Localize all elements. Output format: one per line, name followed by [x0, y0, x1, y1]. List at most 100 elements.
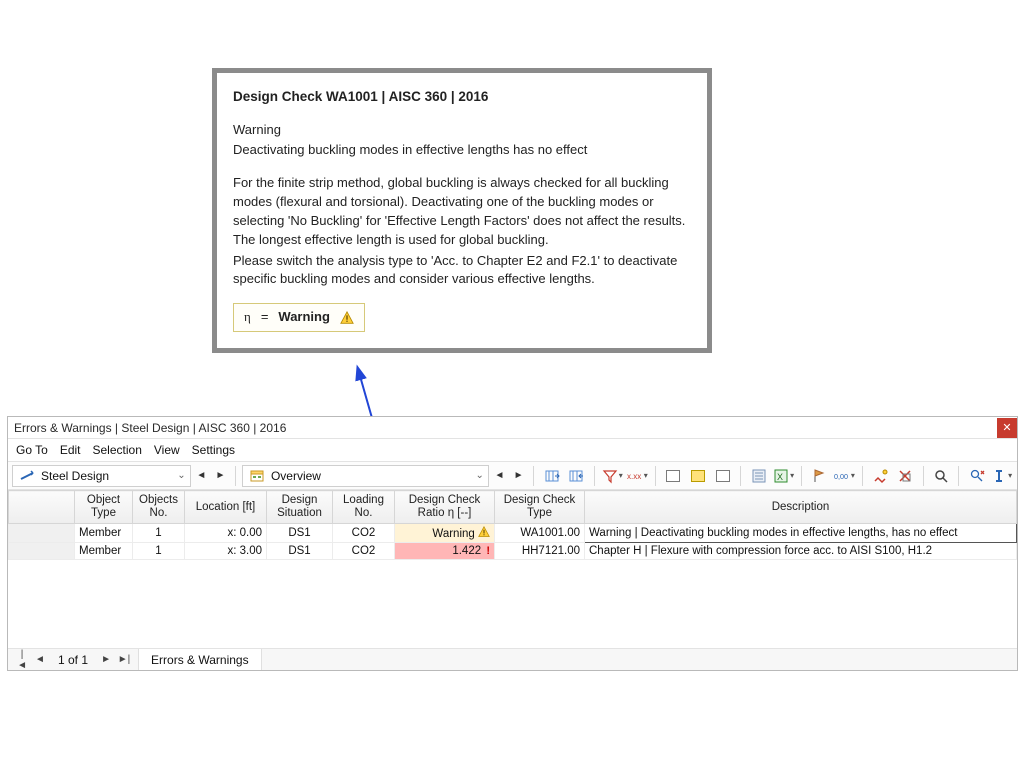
col-objects-no[interactable]: ObjectsNo. — [133, 491, 185, 524]
nav-next-button[interactable]: ► — [98, 652, 114, 668]
tooltip-body2: Please switch the analysis type to 'Acc.… — [233, 252, 691, 290]
cell-object-type[interactable]: Member — [75, 543, 133, 560]
col-check-type[interactable]: Design CheckType — [495, 491, 585, 524]
cell-objects-no[interactable]: 1 — [133, 543, 185, 560]
separator — [958, 466, 959, 486]
cell-loading-no[interactable]: CO2 — [333, 524, 395, 543]
results-grid: ObjectType ObjectsNo. Location [ft] Desi… — [8, 490, 1017, 648]
view-dropdown[interactable]: Overview ⌄ — [242, 465, 489, 487]
warning-icon — [340, 311, 354, 325]
svg-text:x.xx: x.xx — [627, 472, 641, 481]
nav-prev-button[interactable]: ◄ — [32, 652, 48, 668]
view-dropdown-label: Overview — [271, 469, 321, 483]
tooltip-title: Design Check WA1001 | AISC 360 | 2016 — [233, 87, 691, 107]
filter-funnel-icon[interactable]: ▾ — [601, 465, 624, 487]
separator — [655, 466, 656, 486]
window-1-icon[interactable] — [662, 465, 685, 487]
overview-icon — [249, 468, 265, 484]
menubar: Go To Edit Selection View Settings — [8, 439, 1017, 462]
col-loading-no[interactable]: LoadingNo. — [333, 491, 395, 524]
table-header: ObjectType ObjectsNo. Location [ft] Desi… — [9, 491, 1017, 524]
filter-out-icon[interactable] — [565, 465, 588, 487]
row-header[interactable] — [9, 524, 75, 543]
beam-icon — [19, 468, 35, 484]
cell-ratio[interactable]: Warning — [395, 524, 495, 543]
panel-footer: |◄ ◄ 1 of 1 ► ►| Errors & Warnings — [8, 648, 1017, 670]
row-header[interactable] — [9, 543, 75, 560]
menu-view[interactable]: View — [154, 443, 180, 457]
menu-goto[interactable]: Go To — [16, 443, 48, 457]
table-row[interactable]: Member1x: 3.00DS1CO21.422 !HH7121.00Chap… — [9, 543, 1017, 560]
footer-tab-label: Errors & Warnings — [151, 653, 249, 667]
svg-text:0,00: 0,00 — [834, 472, 848, 481]
errors-warnings-panel: Errors & Warnings | Steel Design | AISC … — [7, 416, 1018, 671]
nav-next-1[interactable]: ► — [212, 465, 229, 487]
menu-selection[interactable]: Selection — [93, 443, 142, 457]
decimal-icon[interactable]: x.xx ▾ — [626, 465, 649, 487]
menu-settings[interactable]: Settings — [192, 443, 235, 457]
nav-prev-2[interactable]: ◄ — [491, 465, 508, 487]
cell-loading-no[interactable]: CO2 — [333, 543, 395, 560]
error-icon: ! — [486, 545, 490, 557]
cell-objects-no[interactable]: 1 — [133, 524, 185, 543]
chevron-down-icon: ▾ — [851, 471, 855, 480]
cell-object-type[interactable]: Member — [75, 524, 133, 543]
clear-icon[interactable] — [894, 465, 917, 487]
cell-location[interactable]: x: 3.00 — [185, 543, 267, 560]
category-dropdown[interactable]: Steel Design ⌄ — [12, 465, 191, 487]
nav-first-button[interactable]: |◄ — [14, 652, 30, 668]
list-icon[interactable] — [747, 465, 770, 487]
footer-tab[interactable]: Errors & Warnings — [139, 649, 262, 670]
cell-check-type[interactable]: WA1001.00 — [495, 524, 585, 543]
tooltip-line1: Warning — [233, 121, 691, 140]
menu-edit[interactable]: Edit — [60, 443, 81, 457]
flag-icon[interactable] — [808, 465, 831, 487]
tooltip-warning-label: Warning — [278, 308, 330, 327]
page-nav: |◄ ◄ 1 of 1 ► ►| — [8, 649, 139, 670]
find-replace-icon[interactable] — [965, 465, 988, 487]
cell-check-type[interactable]: HH7121.00 — [495, 543, 585, 560]
svg-text:X: X — [777, 472, 783, 482]
cell-design-situation[interactable]: DS1 — [267, 543, 333, 560]
nav-next-2[interactable]: ► — [510, 465, 527, 487]
window-2-icon[interactable] — [687, 465, 710, 487]
page-indicator: 1 of 1 — [58, 653, 88, 667]
cell-location[interactable]: x: 0.00 — [185, 524, 267, 543]
col-ratio[interactable]: Design CheckRatio η [--] — [395, 491, 495, 524]
panel-titlebar: Errors & Warnings | Steel Design | AISC … — [8, 417, 1017, 439]
section-icon[interactable]: ▾ — [990, 465, 1013, 487]
col-location[interactable]: Location [ft] — [185, 491, 267, 524]
excel-export-icon[interactable]: X ▾ — [772, 465, 795, 487]
separator — [594, 466, 595, 486]
nav-last-button[interactable]: ►| — [116, 652, 132, 668]
separator — [533, 466, 534, 486]
close-button[interactable]: ✕ — [997, 418, 1017, 438]
nav-prev-1[interactable]: ◄ — [193, 465, 210, 487]
filter-in-icon[interactable] — [540, 465, 563, 487]
search-icon[interactable] — [929, 465, 952, 487]
toolbar: Steel Design ⌄ ◄ ► Overview ⌄ ◄ — [8, 462, 1017, 490]
cell-design-situation[interactable]: DS1 — [267, 524, 333, 543]
col-spacer — [9, 491, 75, 524]
category-dropdown-label: Steel Design — [41, 469, 109, 483]
chevron-down-icon: ▾ — [619, 471, 623, 480]
grid-empty-area — [8, 560, 1017, 648]
decimals-icon[interactable]: 0,00 ▾ — [833, 465, 856, 487]
highlight-icon[interactable] — [869, 465, 892, 487]
col-description[interactable]: Description — [585, 491, 1017, 524]
results-table[interactable]: ObjectType ObjectsNo. Location [ft] Desi… — [8, 490, 1017, 560]
cell-ratio[interactable]: 1.422 ! — [395, 543, 495, 560]
window-3-icon[interactable] — [711, 465, 734, 487]
separator — [801, 466, 802, 486]
table-row[interactable]: Member1x: 0.00DS1CO2Warning WA1001.00War… — [9, 524, 1017, 543]
eta-symbol: η — [244, 308, 251, 327]
tooltip-eta-box: η = Warning — [233, 303, 365, 332]
cell-description[interactable]: Warning | Deactivating buckling modes in… — [585, 524, 1017, 543]
separator — [923, 466, 924, 486]
panel-title-text: Errors & Warnings | Steel Design | AISC … — [14, 421, 286, 435]
col-object-type[interactable]: ObjectType — [75, 491, 133, 524]
separator — [862, 466, 863, 486]
cell-description[interactable]: Chapter H | Flexure with compression for… — [585, 543, 1017, 560]
col-design-situation[interactable]: DesignSituation — [267, 491, 333, 524]
tooltip-line2: Deactivating buckling modes in effective… — [233, 141, 691, 160]
